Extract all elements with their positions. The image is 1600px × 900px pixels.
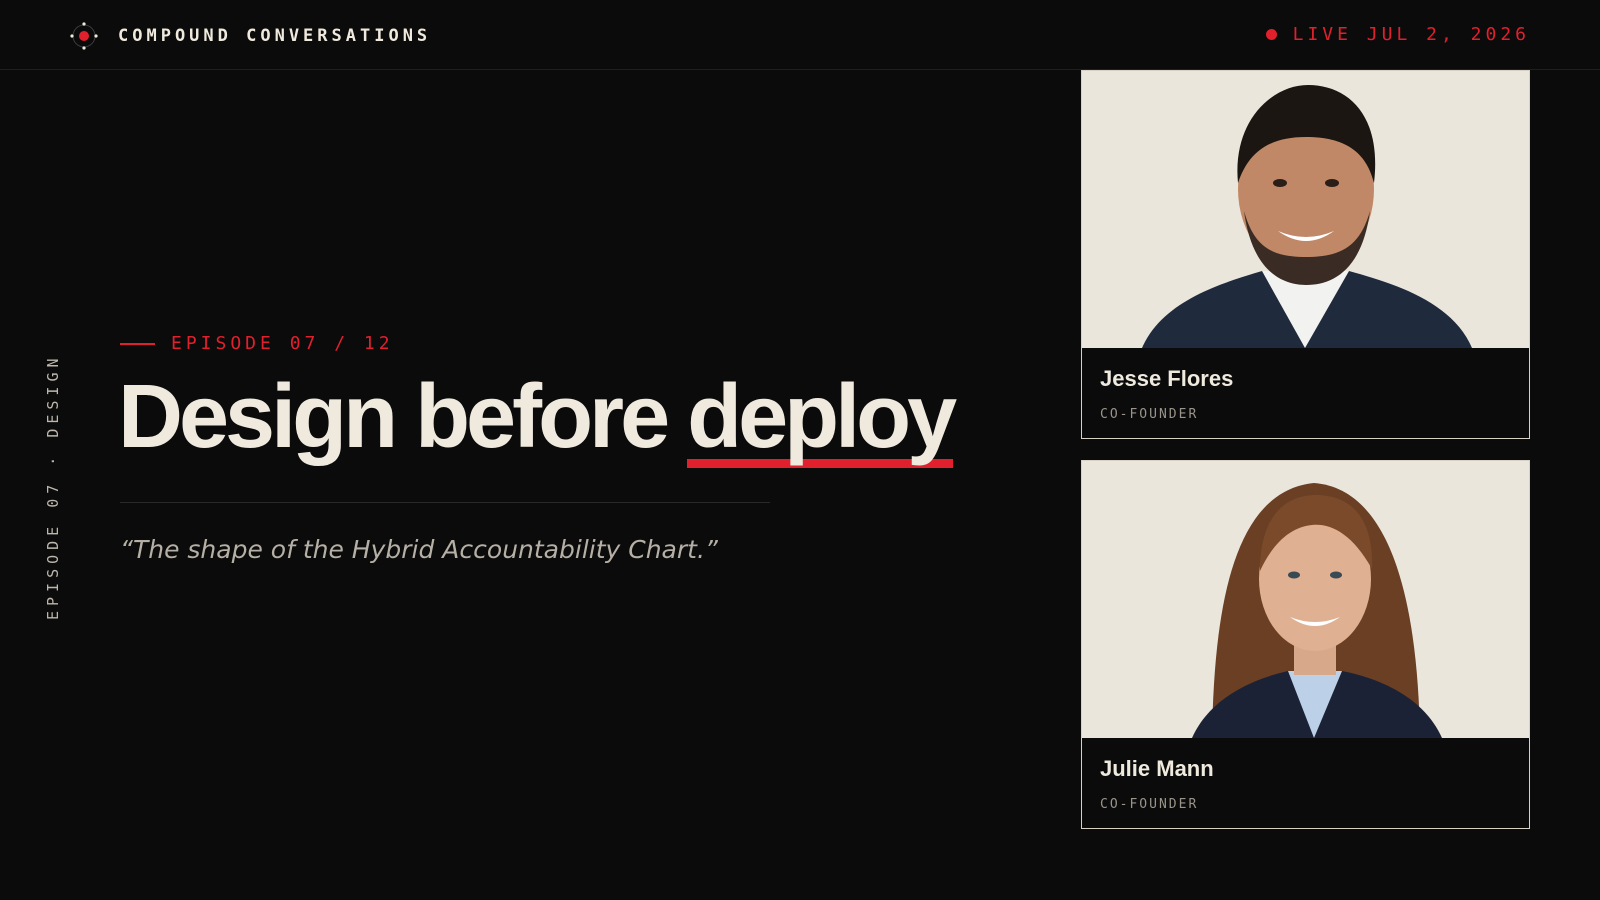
brand[interactable]: COMPOUND CONVERSATIONS [70, 22, 431, 50]
vertical-separator: · [44, 451, 62, 466]
title-accent: deploy [687, 372, 957, 468]
speaker-card-jesse-flores[interactable]: Jesse Flores CO-FOUNDER [1081, 70, 1530, 439]
vertical-episode: EPISODE 07 [44, 479, 62, 620]
title-accent-word: deploy [687, 367, 957, 467]
woman-portrait-icon [1082, 461, 1529, 738]
title-main: Design before [118, 367, 688, 467]
man-portrait-icon [1082, 71, 1529, 348]
episode-tag: EPISODE 07 / 12 [120, 333, 394, 354]
vertical-episode-label: EPISODE 07 · DESIGN [44, 353, 62, 620]
speaker-card-julie-mann[interactable]: Julie Mann CO-FOUNDER [1081, 460, 1530, 829]
episode-title: Design before deploy [118, 372, 957, 468]
brand-name: COMPOUND CONVERSATIONS [118, 26, 432, 46]
top-bar: COMPOUND CONVERSATIONS LIVE JUL 2, 2026 [0, 0, 1600, 70]
episode-number: EPISODE 07 / 12 [171, 333, 394, 354]
live-dot-icon [1265, 29, 1277, 40]
live-date: LIVE JUL 2, 2026 [1292, 24, 1530, 45]
divider [120, 502, 770, 503]
vertical-topic: DESIGN [44, 353, 62, 438]
speaker-role: CO-FOUNDER [1100, 407, 1199, 422]
speaker-photo [1082, 461, 1529, 738]
episode-rule [120, 342, 155, 345]
episode-quote: “The shape of the Hybrid Accountability … [120, 535, 718, 564]
speaker-name: Jesse Flores [1100, 366, 1234, 391]
orbit-logo-icon [70, 22, 98, 50]
speaker-photo [1082, 71, 1529, 348]
speaker-name: Julie Mann [1100, 756, 1214, 781]
live-indicator: LIVE JUL 2, 2026 [1265, 24, 1530, 45]
speaker-role: CO-FOUNDER [1100, 797, 1199, 812]
